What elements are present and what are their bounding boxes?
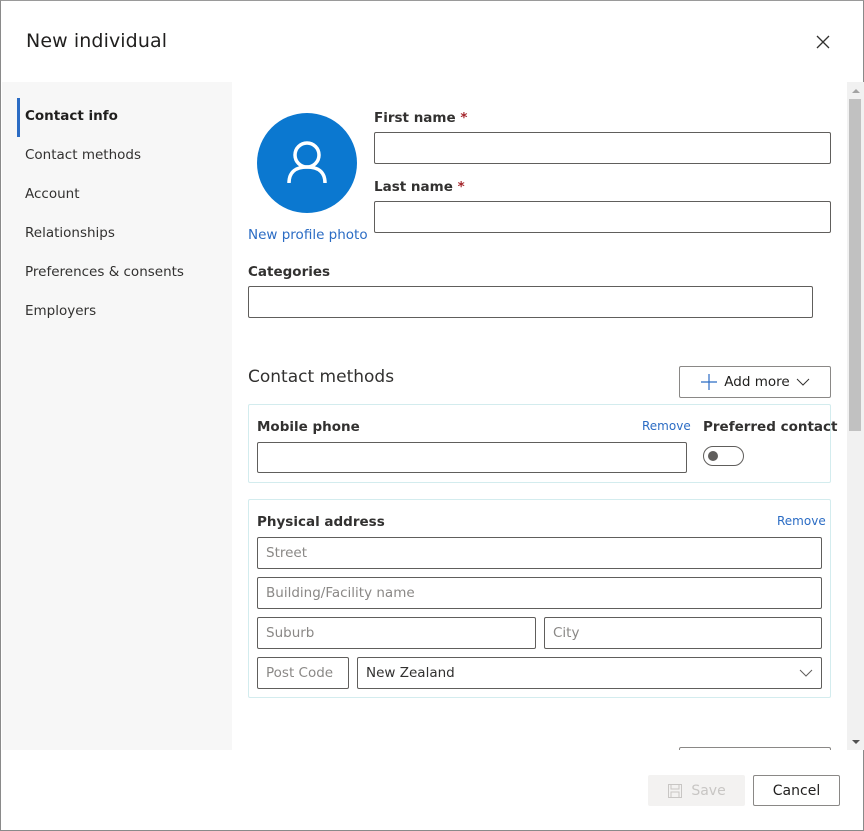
person-icon [287, 141, 327, 184]
categories-field[interactable] [248, 286, 813, 318]
suburb-input[interactable] [258, 618, 535, 648]
first-name-label-text: First name [374, 110, 456, 126]
sidebar-item-contact-info[interactable]: Contact info [25, 108, 118, 124]
chevron-down-icon [799, 669, 813, 677]
country-select[interactable]: New Zealand [357, 657, 822, 689]
mobile-phone-input[interactable] [258, 443, 686, 472]
preferred-contact-toggle[interactable] [703, 446, 744, 466]
country-value: New Zealand [366, 665, 455, 681]
scrollbar-thumb[interactable] [849, 99, 861, 431]
remove-physical-address-link[interactable]: Remove [777, 514, 826, 528]
dialog-title: New individual [26, 30, 168, 52]
first-name-label: First name * [374, 110, 467, 126]
categories-input[interactable] [249, 287, 812, 317]
first-name-field[interactable] [374, 132, 831, 164]
street-field[interactable] [257, 537, 822, 569]
postcode-field[interactable] [257, 657, 349, 689]
preferred-contact-label: Preferred contact [703, 419, 838, 435]
mobile-phone-field[interactable] [257, 442, 687, 473]
form-content: New profile photo First name * Last name… [232, 82, 847, 750]
building-field[interactable] [257, 577, 822, 609]
last-name-label-text: Last name [374, 179, 453, 195]
contact-methods-heading: Contact methods [248, 367, 395, 387]
scroll-up-arrow-icon[interactable] [852, 89, 860, 93]
close-icon [816, 35, 830, 49]
building-input[interactable] [258, 578, 821, 608]
cancel-button[interactable]: Cancel [753, 775, 840, 806]
postcode-input[interactable] [258, 658, 348, 688]
close-button[interactable] [815, 34, 831, 50]
last-name-label: Last name * [374, 179, 465, 195]
physical-address-label: Physical address [257, 514, 385, 530]
suburb-field[interactable] [257, 617, 536, 649]
last-name-field[interactable] [374, 201, 831, 233]
scroll-down-arrow-icon[interactable] [852, 740, 860, 744]
sidebar-item-relationships[interactable]: Relationships [25, 225, 115, 241]
new-profile-photo-link[interactable]: New profile photo [248, 227, 368, 243]
toggle-knob [708, 451, 718, 461]
plus-icon [701, 374, 718, 390]
new-individual-dialog: New individual Contact info Contact meth… [0, 0, 864, 831]
sidebar-item-account[interactable]: Account [25, 186, 80, 202]
partial-button[interactable] [679, 747, 831, 750]
first-name-input[interactable] [375, 133, 830, 163]
street-input[interactable] [258, 538, 821, 568]
active-nav-indicator [17, 98, 20, 137]
sidebar-item-contact-methods[interactable]: Contact methods [25, 147, 141, 163]
required-mark: * [457, 179, 465, 195]
content-scrollbar[interactable] [847, 82, 864, 750]
categories-label: Categories [248, 264, 331, 280]
save-icon [668, 783, 683, 798]
avatar[interactable] [257, 113, 357, 213]
city-field[interactable] [544, 617, 822, 649]
save-label: Save [691, 782, 726, 799]
city-input[interactable] [545, 618, 821, 648]
sidebar-item-employers[interactable]: Employers [25, 303, 96, 319]
add-more-label: Add more [724, 374, 790, 390]
required-mark: * [460, 110, 468, 126]
sidebar-nav [2, 82, 232, 750]
remove-mobile-phone-link[interactable]: Remove [642, 419, 691, 433]
add-more-button[interactable]: Add more [679, 366, 831, 398]
chevron-down-icon [796, 378, 810, 386]
save-button[interactable]: Save [648, 775, 745, 806]
sidebar-item-preferences-consents[interactable]: Preferences & consents [25, 264, 184, 280]
cancel-label: Cancel [772, 782, 821, 799]
mobile-phone-label: Mobile phone [257, 419, 360, 435]
last-name-input[interactable] [375, 202, 830, 232]
